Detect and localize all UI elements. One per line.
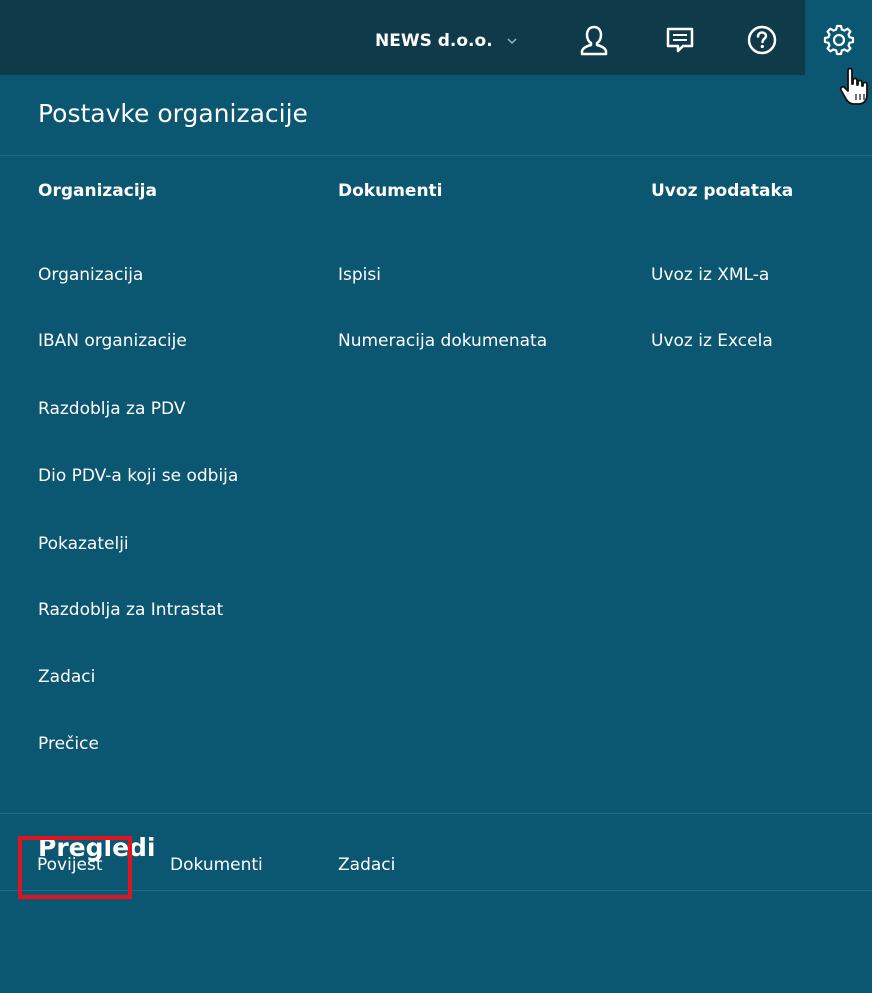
link-iban-organizacije[interactable]: IBAN organizacije [38, 331, 187, 351]
link-ispisi[interactable]: Ispisi [338, 265, 381, 285]
link-razdoblja-za-pdv[interactable]: Razdoblja za PDV [38, 399, 185, 419]
company-name: NEWS d.o.o. [375, 31, 493, 51]
messages-icon[interactable] [660, 20, 700, 60]
company-selector[interactable]: NEWS d.o.o. [375, 26, 519, 56]
link-uvoz-iz-xml[interactable]: Uvoz iz XML-a [651, 265, 769, 285]
link-pokazatelji[interactable]: Pokazatelji [38, 534, 129, 554]
link-pregledi-zadaci[interactable]: Zadaci [338, 855, 395, 875]
column-heading-uvoz-podataka: Uvoz podataka [651, 181, 794, 201]
divider [0, 813, 872, 814]
column-heading-dokumenti: Dokumenti [338, 181, 443, 201]
link-precice[interactable]: Prečice [38, 734, 99, 754]
link-numeracija-dokumenata[interactable]: Numeracija dokumenata [338, 331, 547, 351]
top-bar: NEWS d.o.o. [0, 0, 872, 75]
link-dio-pdv-a[interactable]: Dio PDV-a koji se odbija [38, 466, 238, 486]
chevron-down-icon [507, 38, 517, 45]
hand-cursor-icon [839, 67, 868, 105]
user-icon[interactable] [574, 20, 614, 60]
link-uvoz-iz-excela[interactable]: Uvoz iz Excela [651, 331, 773, 351]
settings-tab[interactable] [805, 0, 872, 75]
highlight-box [18, 836, 132, 899]
help-icon[interactable] [742, 20, 782, 60]
panel-title: Postavke organizacije [38, 99, 308, 128]
divider [0, 155, 872, 156]
link-dokumenti[interactable]: Dokumenti [170, 855, 263, 875]
link-organizacija[interactable]: Organizacija [38, 265, 143, 285]
link-zadaci[interactable]: Zadaci [38, 667, 95, 687]
link-razdoblja-za-intrastat[interactable]: Razdoblja za Intrastat [38, 600, 223, 620]
column-heading-organizacija: Organizacija [38, 181, 157, 201]
settings-gear-icon[interactable] [819, 20, 859, 60]
